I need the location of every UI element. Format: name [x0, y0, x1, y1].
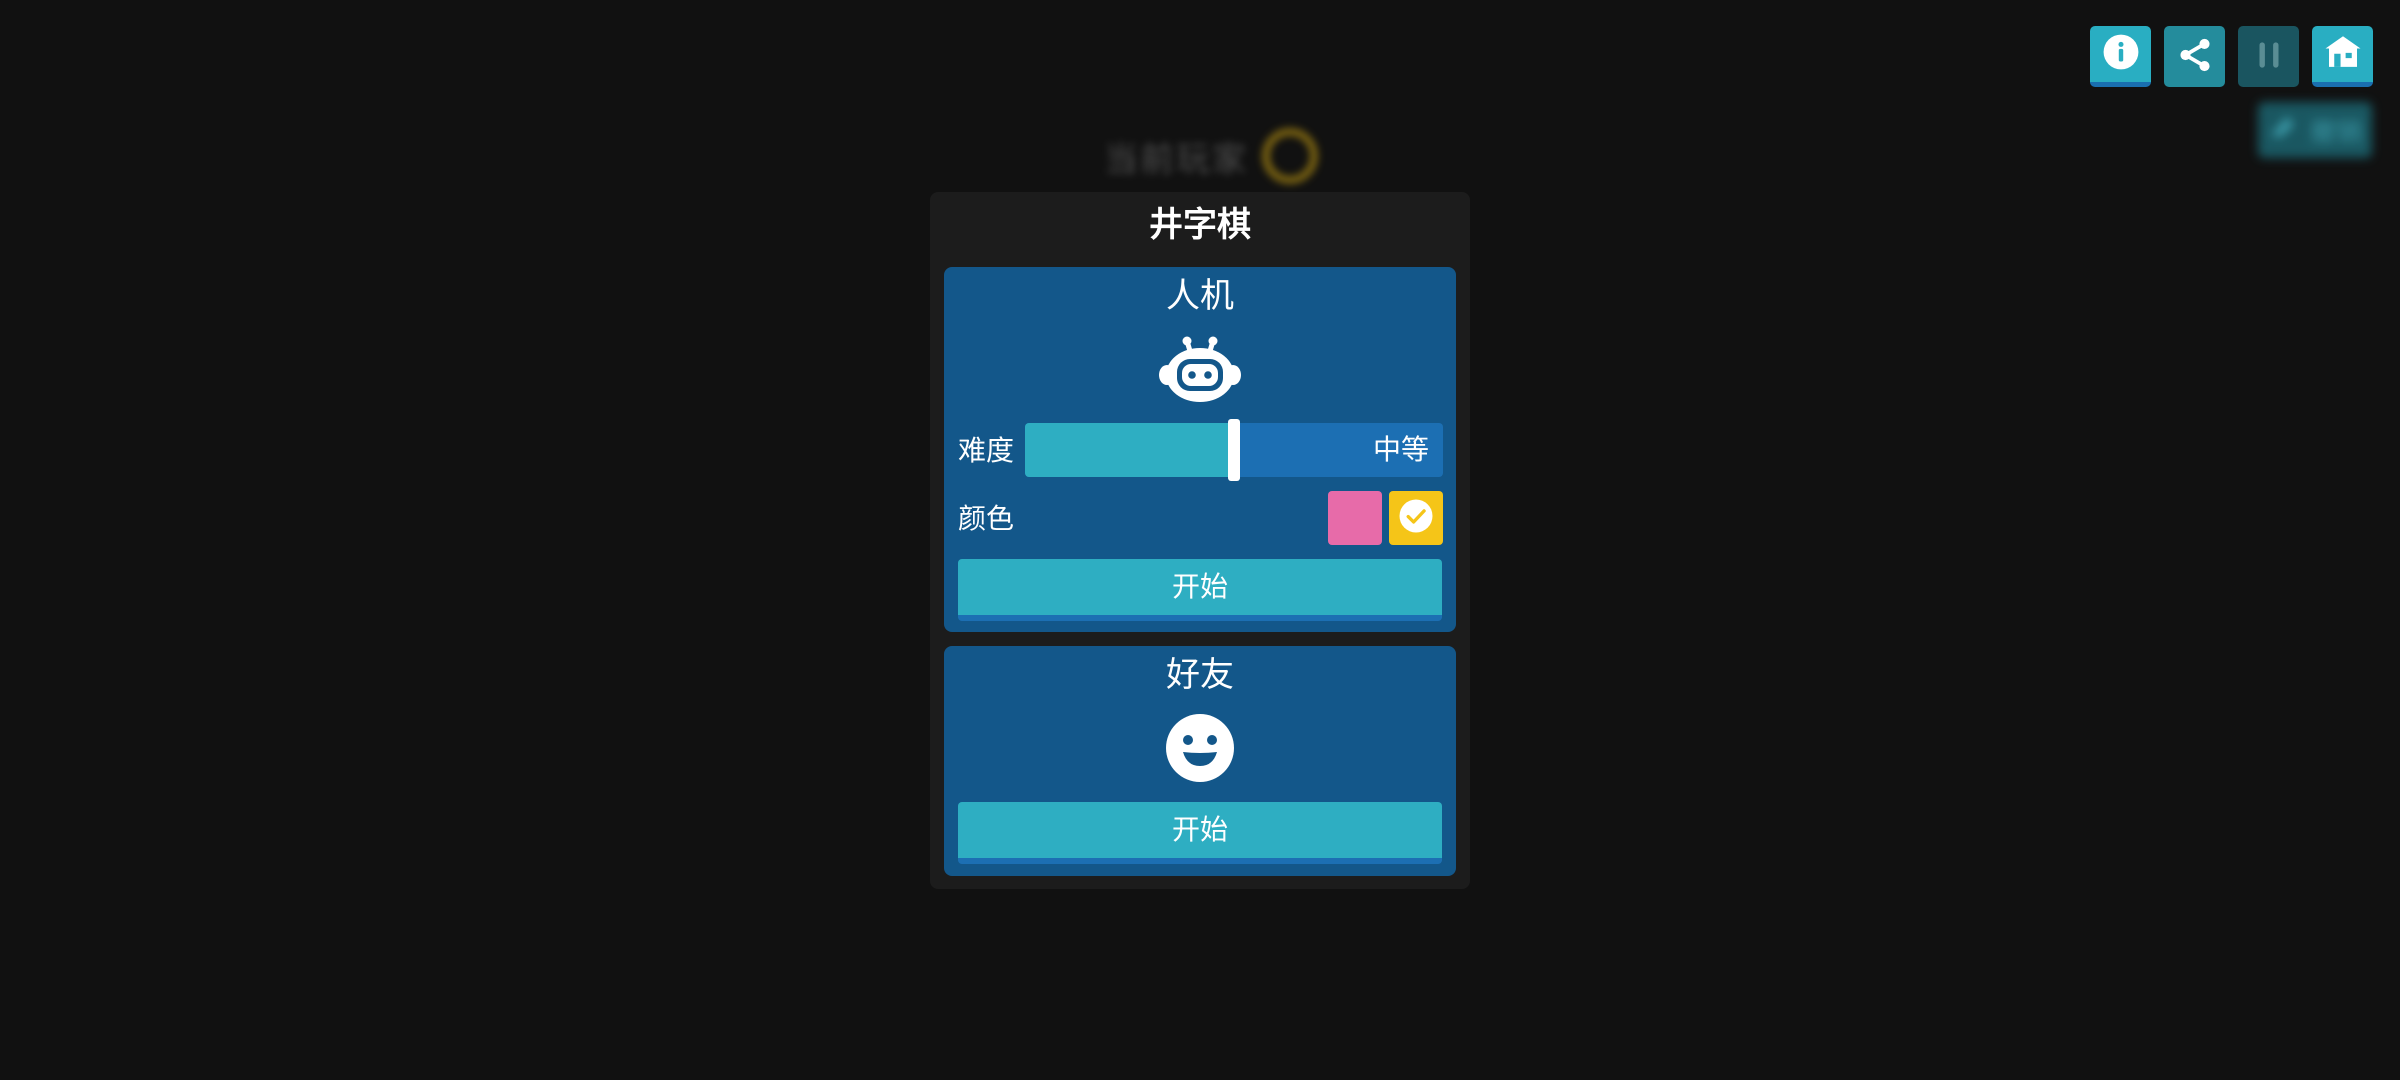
pause-button[interactable]: [2238, 26, 2299, 87]
info-icon: [2102, 33, 2140, 75]
current-player-indicator: 当前玩家: [1104, 128, 1318, 184]
current-player-label: 当前玩家: [1104, 139, 1248, 180]
info-button[interactable]: [2090, 26, 2151, 87]
difficulty-label: 难度: [958, 434, 1015, 467]
share-icon: [2176, 36, 2214, 78]
color-option-yellow[interactable]: [1389, 491, 1443, 545]
friend-mode-card: 好友 开始: [944, 646, 1456, 876]
ai-start-button[interactable]: 开始: [958, 559, 1442, 621]
undo-button: 撤销: [2258, 102, 2372, 158]
checkmark-icon: [1398, 498, 1434, 538]
color-label: 颜色: [958, 502, 1015, 535]
dialog-title: 井字棋: [1149, 205, 1251, 245]
difficulty-slider-fill: [1025, 423, 1234, 477]
home-button[interactable]: [2312, 26, 2373, 87]
ai-mode-card: 人机 难度 中等 颜色 开始: [944, 267, 1456, 632]
top-toolbar: [2090, 26, 2373, 87]
share-button[interactable]: [2164, 26, 2225, 87]
pause-icon: [2250, 36, 2288, 78]
friend-start-button[interactable]: 开始: [958, 802, 1442, 864]
color-option-pink[interactable]: [1328, 491, 1382, 545]
undo-label: 撤销: [2309, 117, 2362, 148]
smiley-icon: [944, 714, 1456, 782]
ai-mode-title: 人机: [1166, 276, 1234, 316]
robot-icon: [944, 335, 1456, 403]
game-screen: 当前玩家 撤销 井字棋 人机 难度 中等 颜色 开始 好友 开始: [0, 0, 2400, 1080]
eraser-icon: [2268, 113, 2298, 147]
difficulty-slider-thumb[interactable]: [1228, 419, 1240, 481]
difficulty-slider[interactable]: 中等: [1025, 419, 1443, 481]
current-player-marker: [1262, 128, 1318, 184]
home-icon: [2322, 31, 2364, 77]
difficulty-value: 中等: [1372, 433, 1429, 466]
mode-select-dialog: 井字棋 人机 难度 中等 颜色 开始 好友 开始: [930, 192, 1470, 889]
friend-mode-title: 好友: [1166, 655, 1234, 695]
